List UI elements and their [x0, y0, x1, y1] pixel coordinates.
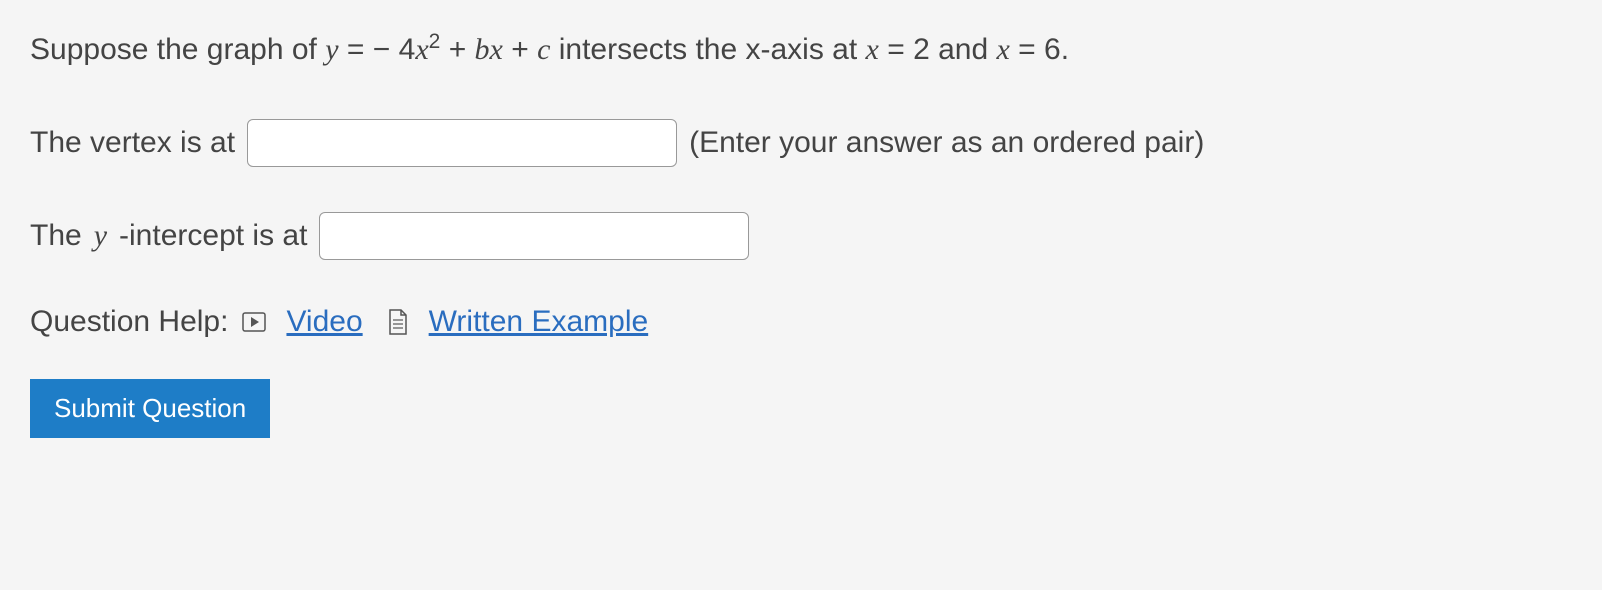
eq-coef: 4: [399, 33, 416, 66]
prompt-prefix: Suppose the graph of: [30, 33, 325, 66]
eq-x4: x: [997, 33, 1010, 66]
eq-x: x: [415, 33, 428, 66]
video-link-label: Video: [286, 305, 362, 339]
question-help-row: Question Help: Video Written Example: [30, 305, 1572, 339]
vertex-label: The vertex is at: [30, 126, 235, 160]
eq-equals3: =: [1018, 33, 1044, 66]
yint-label-y: y: [94, 219, 107, 253]
eq-b: b: [475, 33, 490, 66]
yintercept-input[interactable]: [319, 212, 749, 260]
eq-y: y: [325, 33, 338, 66]
eq-equals2: =: [887, 33, 913, 66]
yint-label-post: -intercept is at: [119, 219, 307, 253]
vertex-row: The vertex is at (Enter your answer as a…: [30, 119, 1572, 167]
written-example-link[interactable]: Written Example: [429, 305, 649, 339]
document-icon: [387, 309, 409, 335]
help-label: Question Help:: [30, 305, 228, 339]
eq-minus: −: [373, 33, 391, 66]
prompt-period: .: [1061, 33, 1069, 66]
prompt-middle: intersects the x-axis at: [559, 33, 866, 66]
eq-plus2: +: [511, 33, 537, 66]
eq-x3: x: [866, 33, 879, 66]
question-prompt: Suppose the graph of y = − 4x2 + bx + c …: [30, 25, 1572, 74]
yintercept-row: The y -intercept is at: [30, 212, 1572, 260]
eq-plus1: +: [449, 33, 475, 66]
eq-exp: 2: [429, 30, 441, 53]
prompt-and: and: [938, 33, 996, 66]
vertex-hint: (Enter your answer as an ordered pair): [689, 126, 1204, 160]
eq-val2: 6: [1044, 33, 1061, 66]
vertex-input[interactable]: [247, 119, 677, 167]
written-example-label: Written Example: [429, 305, 649, 339]
submit-question-button[interactable]: Submit Question: [30, 379, 270, 438]
eq-c: c: [537, 33, 550, 66]
video-link[interactable]: Video: [286, 305, 362, 339]
submit-label: Submit Question: [54, 393, 246, 423]
yint-label-pre: The: [30, 219, 82, 253]
video-icon: [242, 312, 266, 332]
eq-equals1: =: [347, 33, 373, 66]
eq-x2: x: [490, 33, 503, 66]
eq-val1: 2: [913, 33, 930, 66]
